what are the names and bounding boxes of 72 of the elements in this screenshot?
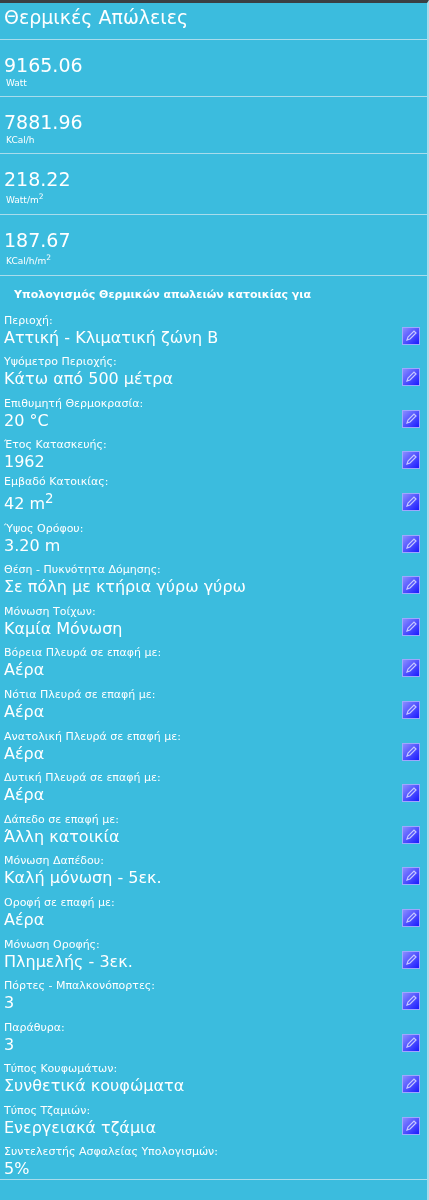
field-value: Άλλη κατοικία [4,826,120,847]
field-label: Οροφή σε επαφή με: [4,895,115,910]
field-label: Εμβαδό Κατοικίας: [4,474,109,489]
field-label: Υψόμετρο Περιοχής: [4,355,118,370]
field-value: Συνθετικά κουφώματα [4,1076,185,1097]
field-value: Σε πόλη με κτήρια γύρω γύρω [4,577,246,598]
edit-button[interactable] [402,825,420,844]
field-value: 5% [4,1159,31,1180]
edit-button[interactable] [402,368,420,387]
field-value: 20 °C [4,410,50,431]
edit-button[interactable] [402,908,420,927]
result-unit: Watt [5,78,28,88]
result-value: 9165.06 [4,54,84,76]
edit-button[interactable] [402,742,420,761]
result-unit: KCal/h/m$^{2}$ [5,253,53,266]
field-label: Πόρτες - Μπαλκονόπορτες: [4,979,155,994]
field-value: Καμία Μόνωση [4,618,123,639]
edit-button[interactable] [402,1116,420,1135]
result-value: 7881.96 [4,111,84,133]
field-value: Αέρα [4,909,46,930]
page-title: Θερμικές Απώλειες [0,3,427,40]
edit-button[interactable] [402,659,420,678]
field-value: 3 [4,1034,16,1055]
field-label: Επιθυμητή Θερμοκρασία: [4,396,144,411]
result-unit: Watt/m$^{2}$ [5,192,45,205]
field-label: Τύπος Τζαμιών: [4,1103,92,1118]
edit-button[interactable] [402,451,420,470]
edit-button[interactable] [402,992,420,1011]
field-value: Κάτω από 500 μέτρα [4,369,173,390]
field-label: Μόνωση Δαπέδου: [4,854,105,869]
edit-button[interactable] [402,534,420,553]
result-value: 218.22 [4,168,72,190]
field-value: Αέρα [4,743,46,764]
edit-button[interactable] [402,784,420,803]
field-label: Συντελεστής Ασφαλείας Υπολογισμών: [4,1145,218,1160]
edit-button[interactable] [402,950,420,969]
edit-button[interactable] [402,492,420,511]
field-label: Δάπεδο σε επαφή με: [4,812,120,827]
section-title: Υπολογισμός Θερμικών απωλειών κατοικίας για [13,288,313,301]
field-value: 42 m$^{2}$ [4,489,55,514]
field-label: Δυτική Πλευρά σε επαφή με: [4,771,161,786]
edit-button[interactable] [402,700,420,719]
field-value: Αττική - Κλιματική ζώνη Β [4,327,219,348]
field-label: Έτος Κατασκευής: [4,438,107,453]
field-label: Παράθυρα: [4,1020,65,1035]
field-value: 3 [4,993,16,1014]
field-label: Μόνωση Οροφής: [4,937,101,952]
result-unit: KCal/h [5,135,36,145]
field-value: Πλημελής - 3εκ. [4,951,133,972]
field-label: Ύψος Ορόφου: [4,521,84,536]
field-label: Μόνωση Τοίχων: [4,604,97,619]
field-value: Αέρα [4,785,46,806]
field-value: 1962 [4,452,46,473]
field-value: 3.20 m [4,535,62,556]
edit-button[interactable] [402,617,420,636]
field-value: Ενεργειακά τζάμια [4,1117,156,1138]
edit-button[interactable] [402,576,420,595]
result-value: 187.67 [4,229,72,251]
edit-button[interactable] [402,326,420,345]
field-label: Βόρεια Πλευρά σε επαφή με: [4,646,162,661]
edit-button[interactable] [402,867,420,886]
edit-button[interactable] [402,409,420,428]
field-value: Καλή μόνωση - 5εκ. [4,868,162,889]
field-label: Ανατολική Πλευρά σε επαφή με: [4,729,181,744]
edit-button[interactable] [402,1033,420,1052]
field-value: Αέρα [4,660,46,681]
field-label: Νότια Πλευρά σε επαφή με: [4,687,156,702]
field-label: Περιοχή: [4,313,54,328]
field-value: Αέρα [4,701,46,722]
field-label: Θέση - Πυκνότητα Δόμησης: [4,563,162,578]
field-label: Τύπος Κουφωμάτων: [4,1062,119,1077]
edit-button[interactable] [402,1075,420,1094]
